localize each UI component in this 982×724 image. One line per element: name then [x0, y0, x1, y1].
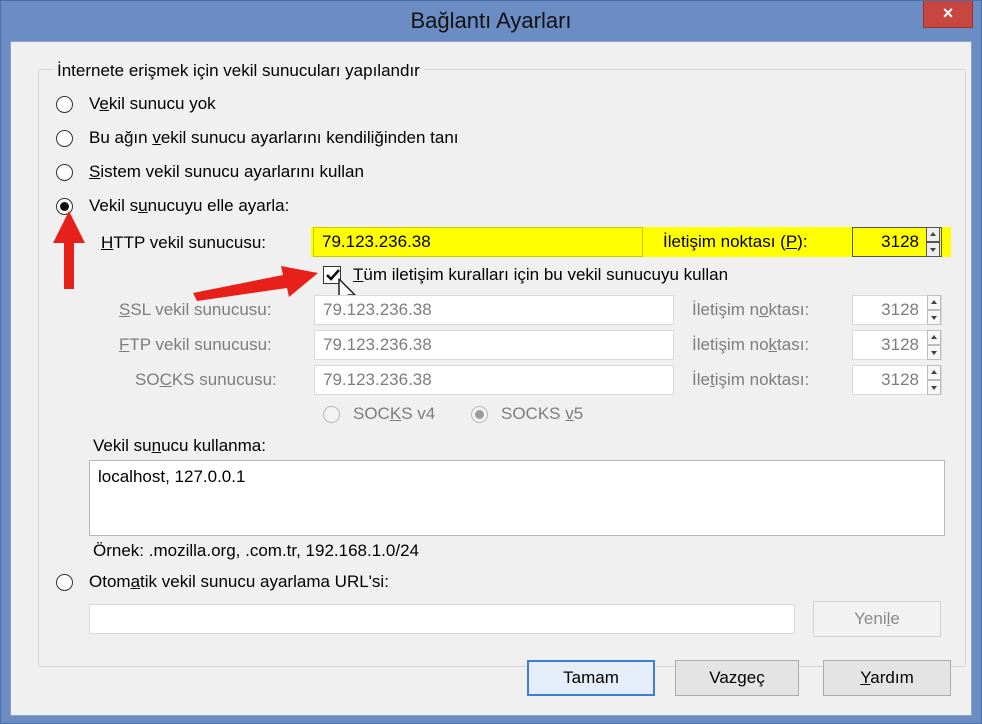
http-proxy-label: HTTP vekil sunucusu:	[101, 233, 267, 252]
socks-proxy-label: SOCKS sunucusu:	[135, 370, 277, 389]
radio-manual-proxy-label[interactable]: Vekil sunucuyu elle ayarla:	[89, 196, 289, 216]
ftp-proxy-label: FTP vekil sunucusu:	[119, 335, 272, 354]
stepper-up-icon[interactable]	[927, 295, 941, 310]
radio-socks-v4[interactable]	[323, 406, 340, 423]
ssl-proxy-label: SSL vekil sunucusu:	[119, 300, 272, 319]
socks-proxy-input[interactable]: 79.123.236.38	[314, 365, 674, 395]
no-proxy-example: Örnek: .mozilla.org, .com.tr, 192.168.1.…	[93, 541, 419, 560]
http-port-label: İletişim noktası (P):	[663, 232, 808, 251]
group-label: İnternete erişmek için vekil sunucuları …	[53, 61, 424, 81]
radio-system-proxy-label[interactable]: Sistem vekil sunucu ayarlarını kullan	[89, 162, 364, 182]
close-button[interactable]: ×	[923, 1, 973, 28]
stepper-down-icon[interactable]	[927, 345, 941, 360]
radio-no-proxy-label[interactable]: Vekil sunucu yok	[89, 94, 216, 114]
ssl-port-label: İletişim noktası:	[692, 300, 810, 319]
radio-system-proxy[interactable]	[56, 164, 73, 181]
radio-auto-proxy-url[interactable]	[56, 574, 73, 591]
no-proxy-for-textarea[interactable]: localhost, 127.0.0.1	[89, 460, 945, 536]
cancel-button[interactable]: Vazgeç	[675, 660, 799, 696]
ssl-port-stepper[interactable]	[927, 295, 941, 325]
help-button[interactable]: Yardım	[823, 660, 951, 696]
stepper-up-icon[interactable]	[927, 365, 941, 380]
ok-button[interactable]: Tamam	[527, 660, 655, 696]
radio-socks-v5-label[interactable]: SOCKS v5	[501, 404, 583, 424]
use-all-protocols-label[interactable]: Tüm iletişim kuralları için bu vekil sun…	[353, 265, 728, 285]
stepper-down-icon[interactable]	[926, 242, 940, 257]
ssl-proxy-input[interactable]: 79.123.236.38	[314, 295, 674, 325]
auto-proxy-url-input[interactable]	[89, 604, 795, 634]
http-port-stepper[interactable]	[926, 227, 940, 257]
stepper-up-icon[interactable]	[927, 330, 941, 345]
stepper-down-icon[interactable]	[927, 310, 941, 325]
reload-button[interactable]: Yenile	[813, 601, 941, 637]
ftp-port-stepper[interactable]	[927, 330, 941, 360]
socks-port-label: İletişim noktası:	[692, 370, 810, 389]
radio-auto-detect-label[interactable]: Bu ağın vekil sunucu ayarlarını kendiliğ…	[89, 128, 459, 148]
stepper-up-icon[interactable]	[926, 227, 940, 242]
annotation-arrow-up-icon	[53, 211, 85, 289]
radio-socks-v4-label[interactable]: SOCKS v4	[353, 404, 435, 424]
http-proxy-input[interactable]: 79.123.236.38	[313, 227, 643, 257]
radio-auto-proxy-url-label[interactable]: Otomatik vekil sunucu ayarlama URL'si:	[89, 572, 389, 592]
no-proxy-for-label: Vekil sunucu kullanma:	[93, 436, 266, 455]
annotation-arrow-right-icon	[193, 266, 318, 301]
ftp-port-label: İletişim noktası:	[692, 335, 810, 354]
radio-socks-v5[interactable]	[471, 406, 488, 423]
radio-auto-detect[interactable]	[56, 130, 73, 147]
dialog-window: Bağlantı Ayarları × İnternete erişmek iç…	[0, 0, 982, 724]
radio-no-proxy[interactable]	[56, 96, 73, 113]
stepper-down-icon[interactable]	[927, 380, 941, 395]
window-title: Bağlantı Ayarları	[410, 8, 572, 33]
close-icon: ×	[942, 3, 954, 23]
socks-port-stepper[interactable]	[927, 365, 941, 395]
ftp-proxy-input[interactable]: 79.123.236.38	[314, 330, 674, 360]
title-bar[interactable]: Bağlantı Ayarları ×	[1, 1, 981, 41]
